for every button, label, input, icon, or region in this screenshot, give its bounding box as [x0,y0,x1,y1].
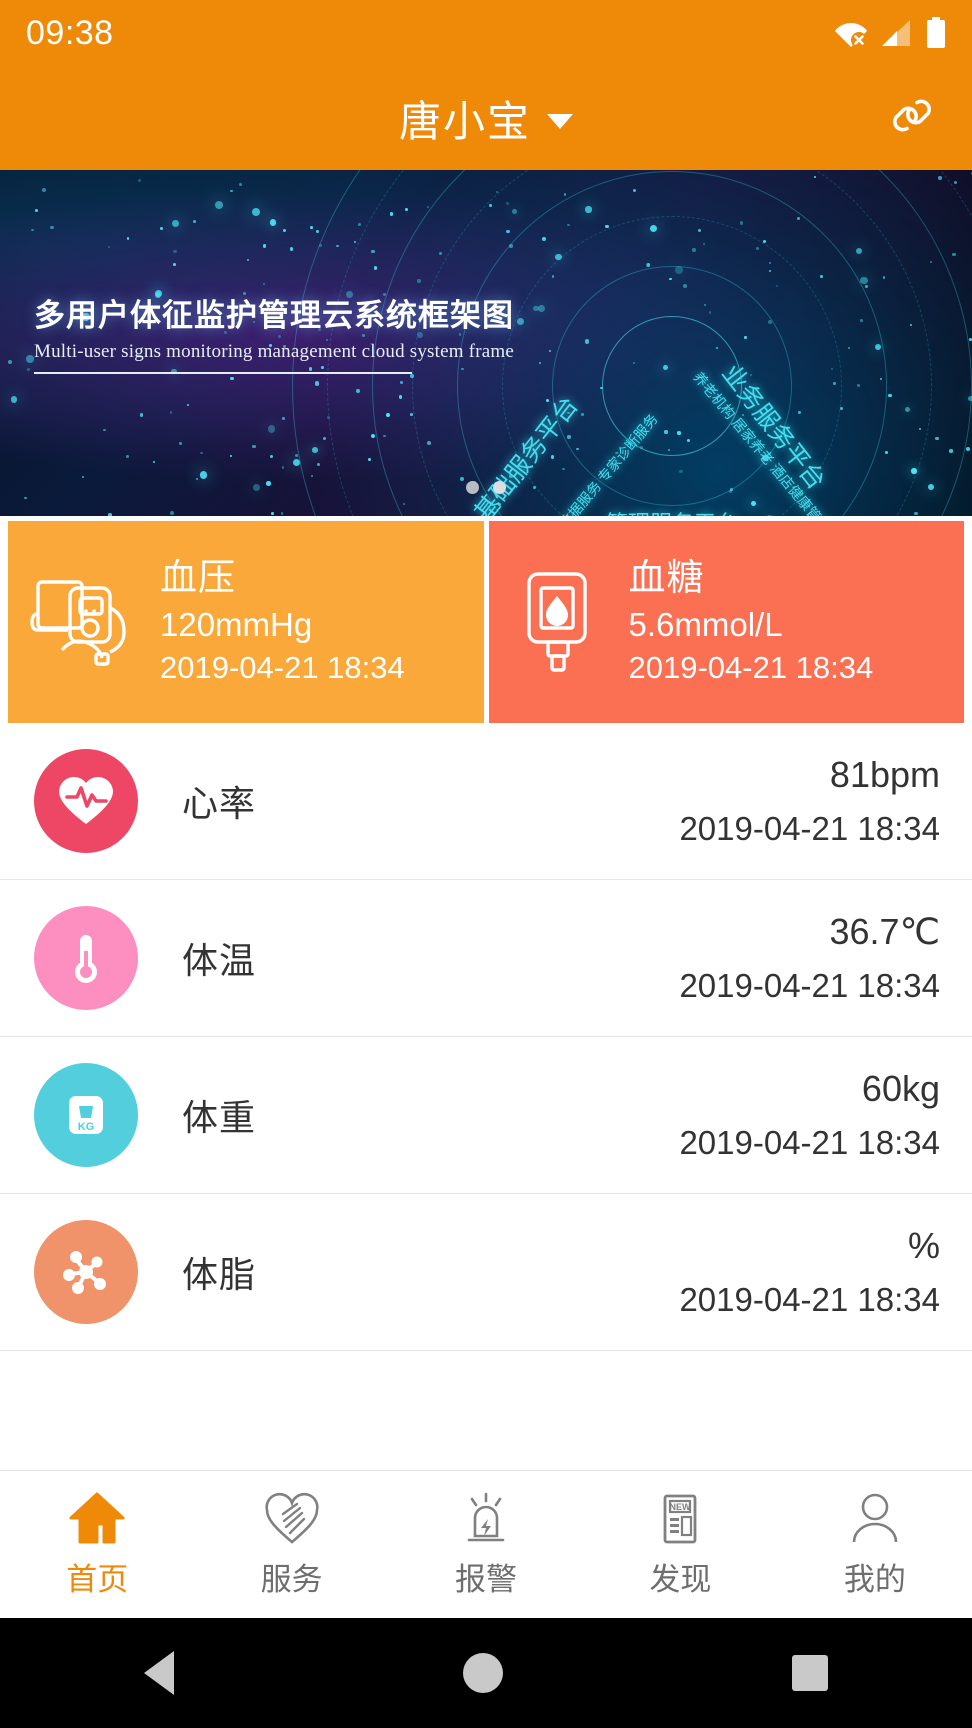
app-bar: 唐小宝 [0,66,972,170]
person-profile-icon [852,1493,898,1543]
battery-full-icon [927,17,945,48]
list-item-label: 体温 [182,940,257,981]
recents-square-icon[interactable] [791,1655,828,1691]
metric-card-blood-glucose[interactable]: 血糖 5.6mmol/L 2019-04-21 18:34 [488,521,964,723]
metric-card-name: 血压 [160,557,236,599]
diagram-label-management-platform: 管理服务平台 [606,506,738,516]
list-item-value: 81bpm [829,754,940,795]
nav-item-profile[interactable]: 我的 [778,1490,972,1599]
list-item-value: 36.7℃ [829,911,941,952]
status-bar: 09:38 [0,0,972,66]
list-item-value: % [907,1225,940,1266]
banner-carousel[interactable]: 基础服务平台 web服务 沟通服务 数据服务 专家诊断服务 业务服务平台 养老机… [0,170,972,516]
nav-item-label: 服务 [260,1562,323,1597]
chevron-down-icon[interactable] [547,113,573,129]
list-item-date: 2019-04-21 18:34 [679,1281,940,1318]
status-bar-clock: 09:38 [26,13,114,52]
svg-text:NEW: NEW [670,1502,692,1512]
body-fat-molecule-icon [34,1220,138,1324]
metric-card-text: 血压 120mmHg 2019-04-21 18:34 [160,555,405,688]
carousel-dot[interactable] [493,481,506,494]
alarm-siren-icon [467,1492,505,1542]
list-item[interactable]: 心率 81bpm 2019-04-21 18:34 [0,723,972,880]
weight-scale-icon: KG [34,1063,138,1167]
metric-card-text: 血糖 5.6mmol/L 2019-04-21 18:34 [629,555,874,688]
list-item-date: 2019-04-21 18:34 [679,810,940,847]
list-item[interactable]: 体脂 % 2019-04-21 18:34 [0,1194,972,1351]
heart-service-icon [265,1492,319,1544]
list-item-label: 体脂 [182,1254,257,1295]
thermometer-icon [34,906,138,1010]
measurement-list: 心率 81bpm 2019-04-21 18:34 体温 36.7℃ 2019-… [0,723,972,1351]
list-item[interactable]: 体温 36.7℃ 2019-04-21 18:34 [0,880,972,1037]
list-item-date: 2019-04-21 18:34 [679,967,940,1004]
metric-card-name: 血糖 [628,557,705,599]
wifi-off-icon [835,23,867,48]
android-system-bar [0,1618,972,1728]
back-triangle-icon[interactable] [144,1651,175,1695]
bottom-navigation: 首页 服务 报警 NEW 发现 我的 [0,1470,972,1618]
user-selector[interactable]: 唐小宝 [399,88,573,149]
list-item-readout: % 2019-04-21 18:34 [679,1225,940,1319]
banner-title: 多用户体征监护管理云系统框架图 [34,298,514,333]
list-item-readout: 81bpm 2019-04-21 18:34 [679,754,940,848]
nav-item-alarm[interactable]: 报警 [389,1490,583,1599]
list-item-value: 60kg [861,1068,940,1109]
list-item[interactable]: KG 体重 60kg 2019-04-21 18:34 [0,1037,972,1194]
list-item-label: 体重 [182,1097,257,1138]
carousel-dots[interactable] [466,481,506,494]
banner-subtitle: Multi-user signs monitoring management c… [34,341,514,362]
metric-card-date: 2019-04-21 18:34 [160,650,405,686]
heart-pulse-icon [34,749,138,853]
metric-card-date: 2019-04-21 18:34 [628,650,874,686]
metric-card-blood-pressure[interactable]: 血压 120mmHg 2019-04-21 18:34 [8,521,484,723]
list-item-label: 心率 [182,783,257,824]
nav-item-label: 报警 [455,1562,518,1597]
svg-text:KG: KG [78,1121,95,1133]
nav-item-home[interactable]: 首页 [0,1490,194,1599]
nav-item-services[interactable]: 服务 [194,1490,388,1599]
carousel-dot[interactable] [466,481,479,494]
list-item-date: 2019-04-21 18:34 [679,1124,940,1161]
nav-item-label: 发现 [649,1562,712,1597]
news-discover-icon: NEW [664,1494,697,1544]
metric-cards: 血压 120mmHg 2019-04-21 18:34 血糖 5.6mmol/L… [0,516,972,723]
banner-text-block: 多用户体征监护管理云系统框架图 Multi-user signs monitor… [34,290,514,374]
nav-item-label: 我的 [843,1562,906,1597]
nav-item-label: 首页 [66,1562,129,1597]
home-icon [69,1492,125,1544]
nav-item-discover[interactable]: NEW 发现 [583,1490,777,1599]
page-title: 唐小宝 [398,97,531,145]
status-bar-icons [834,17,946,49]
list-item-readout: 36.7℃ 2019-04-21 18:34 [679,911,940,1005]
link-chain-icon[interactable] [884,88,940,149]
list-item-readout: 60kg 2019-04-21 18:34 [679,1068,940,1162]
cellular-signal-icon [882,20,910,46]
blood-pressure-monitor-icon [30,566,138,679]
metric-card-value: 5.6mmol/L [628,605,783,643]
banner-divider [34,372,412,374]
metric-card-value: 120mmHg [160,605,313,643]
glucose-meter-icon [511,566,607,679]
home-circle-icon[interactable] [462,1653,503,1693]
